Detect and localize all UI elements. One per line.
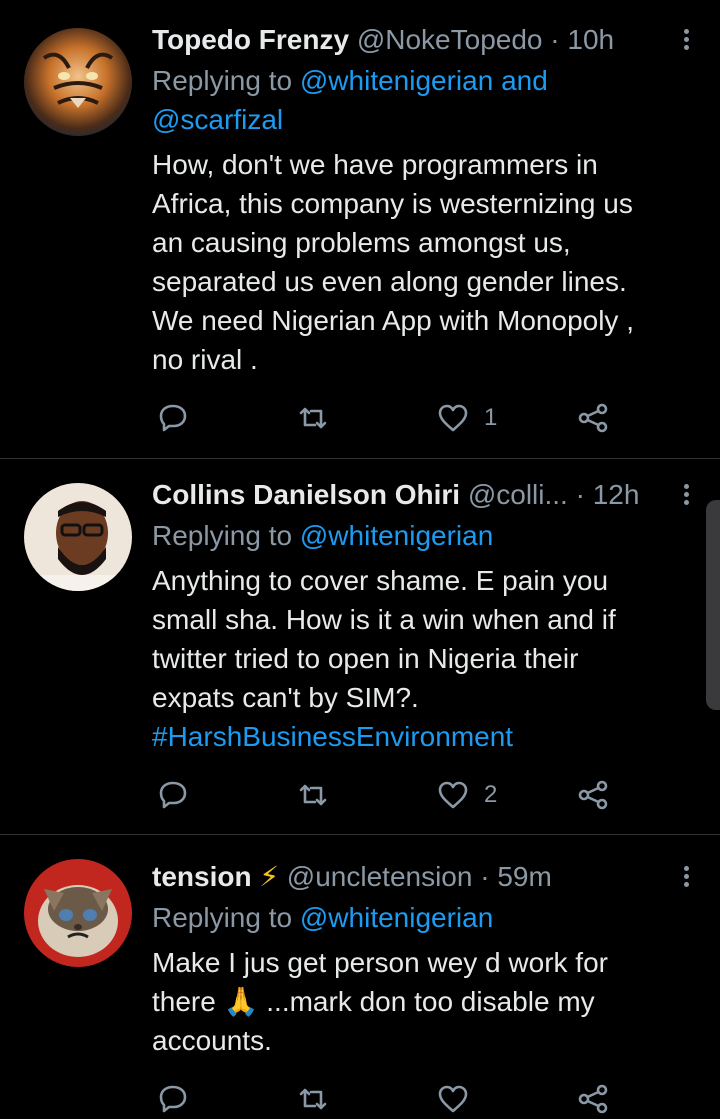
tweet-3[interactable]: tension ⚡ @uncletension · 59m Replying t… [0, 857, 720, 1114]
pray-emoji: 🙏 [223, 986, 259, 1017]
divider [0, 834, 720, 835]
display-name[interactable]: tension [152, 861, 252, 892]
tweet-text: How, don't we have programmers in Africa… [152, 145, 690, 379]
like-count: 2 [484, 781, 498, 808]
share-button[interactable] [576, 1079, 610, 1119]
reply-button[interactable] [156, 1079, 190, 1119]
retweet-button[interactable] [296, 775, 330, 815]
retweet-button[interactable] [296, 398, 330, 438]
separator-dot: · [550, 24, 560, 55]
text-line: an causing problems amongst us, [152, 227, 571, 258]
share-button[interactable] [576, 775, 610, 815]
replying-to: Replying to @whitenigerian [152, 898, 690, 937]
separator-dot: · [480, 861, 490, 892]
avatar[interactable] [24, 859, 132, 967]
text-line: Anything to cover shame. E pain you [152, 565, 609, 596]
separator-dot: · [575, 479, 585, 510]
retweet-icon [299, 1088, 327, 1110]
replying-mentions[interactable]: @whitenigerian [300, 902, 493, 933]
timestamp[interactable]: 12h [593, 479, 640, 510]
avatar[interactable] [24, 483, 132, 591]
tweet-actions: 2 [152, 775, 622, 815]
reply-button[interactable] [156, 775, 190, 815]
share-icon [578, 780, 608, 810]
retweet-icon [299, 407, 327, 429]
replying-prefix: Replying to [152, 520, 293, 551]
lightning-emoji: ⚡ [259, 861, 280, 892]
tweet-2[interactable]: Collins Danielson Ohiri @colli... · 12h … [0, 475, 720, 825]
replying-mention-2[interactable]: @scarfizal [152, 104, 283, 135]
user-handle[interactable]: @colli... [468, 479, 568, 510]
more-icon[interactable] [680, 481, 692, 511]
text-line: Make I jus get person wey d work for [152, 947, 608, 978]
text-line: How, don't we have programmers in [152, 149, 598, 180]
more-icon[interactable] [680, 26, 692, 56]
like-button[interactable] [436, 1079, 470, 1119]
retweet-icon [299, 784, 327, 806]
tweet-header: Topedo Frenzy @NokeTopedo · 10h [152, 20, 660, 60]
display-name[interactable]: Collins Danielson Ohiri [152, 479, 460, 510]
share-icon [578, 1084, 608, 1114]
tweet-header: tension ⚡ @uncletension · 59m [152, 857, 660, 897]
timestamp[interactable]: 59m [497, 861, 551, 892]
replying-prefix: Replying to [152, 902, 293, 933]
text-line: twitter tried to open in Nigeria their [152, 643, 579, 674]
reply-icon [159, 1085, 187, 1113]
like-button[interactable]: 2 [436, 775, 497, 815]
replying-mentions[interactable]: @whitenigerian and [300, 65, 548, 96]
user-handle[interactable]: @NokeTopedo [357, 24, 543, 55]
text-line: separated us even along gender lines. [152, 266, 627, 297]
replying-to: Replying to @whitenigerian and @scarfiza… [152, 61, 690, 139]
like-count: 1 [484, 404, 498, 431]
replying-to: Replying to @whitenigerian [152, 516, 690, 555]
tweet-actions [152, 1079, 622, 1119]
text-fragment: ...mark don too disable my [266, 986, 595, 1017]
text-line: no rival . [152, 344, 258, 375]
like-icon [438, 404, 468, 432]
display-name[interactable]: Topedo Frenzy [152, 24, 349, 55]
scrollbar-handle[interactable] [706, 500, 720, 710]
like-icon [438, 1085, 468, 1113]
text-line: expats can't by SIM?. [152, 682, 419, 713]
replying-prefix: Replying to [152, 65, 293, 96]
share-icon [578, 403, 608, 433]
reply-button[interactable] [156, 398, 190, 438]
avatar[interactable] [24, 28, 132, 136]
more-icon[interactable] [680, 863, 692, 893]
share-button[interactable] [576, 398, 610, 438]
text-fragment: there [152, 986, 216, 1017]
retweet-button[interactable] [296, 1079, 330, 1119]
tweet-text: Anything to cover shame. E pain you smal… [152, 561, 690, 756]
user-handle[interactable]: @uncletension [287, 861, 473, 892]
timestamp[interactable]: 10h [567, 24, 614, 55]
tweet-text: Make I jus get person wey d work for the… [152, 943, 690, 1060]
hashtag-link[interactable]: #HarshBusinessEnvironment [152, 717, 690, 756]
like-button[interactable]: 1 [436, 398, 497, 438]
tweet-actions: 1 [152, 398, 622, 438]
tweet-header: Collins Danielson Ohiri @colli... · 12h [152, 475, 660, 515]
text-line: accounts. [152, 1025, 272, 1056]
reply-icon [159, 404, 187, 432]
text-line: Africa, this company is westernizing us [152, 188, 633, 219]
tweet-1[interactable]: Topedo Frenzy @NokeTopedo · 10h Replying… [0, 20, 720, 450]
divider [0, 458, 720, 459]
like-icon [438, 781, 468, 809]
replying-mentions[interactable]: @whitenigerian [300, 520, 493, 551]
text-line: small sha. How is it a win when and if [152, 604, 616, 635]
text-line: We need Nigerian App with Monopoly , [152, 305, 634, 336]
reply-icon [159, 781, 187, 809]
text-line: there 🙏 ...mark don too disable my [152, 982, 690, 1021]
